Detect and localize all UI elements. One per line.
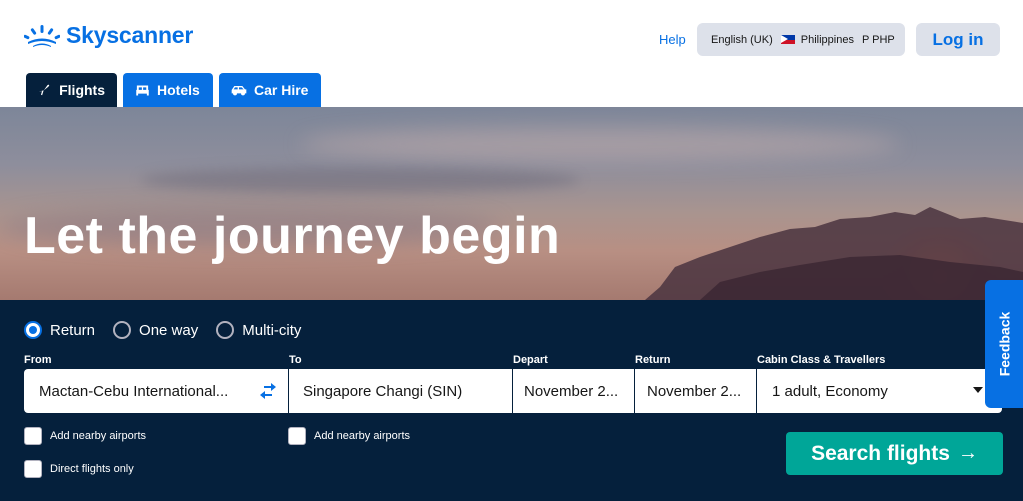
car-icon <box>231 86 247 96</box>
locale-selector[interactable]: English (UK) Philippines P PHP <box>697 23 905 56</box>
brand-name: Skyscanner <box>66 22 194 48</box>
hero-headline: Let the journey begin <box>24 207 561 265</box>
tab-hotels-label: Hotels <box>157 82 200 98</box>
country-label: Philippines <box>800 33 854 46</box>
trip-type-selector: Return One way Multi-city <box>24 321 319 339</box>
return-date-input[interactable]: November 2... <box>635 369 756 413</box>
checkbox-box <box>24 460 42 478</box>
add-nearby-from-label: Add nearby airports <box>50 430 146 442</box>
depart-date-input[interactable]: November 2... <box>513 369 634 413</box>
return-label: Return <box>635 354 671 366</box>
chevron-down-icon <box>973 387 983 393</box>
skyscanner-logo[interactable]: Skyscanner <box>24 22 193 49</box>
tab-hotels[interactable]: Hotels <box>123 73 213 107</box>
direct-flights-checkbox[interactable]: Direct flights only <box>24 460 134 478</box>
to-input[interactable]: Singapore Changi (SIN) <box>289 369 512 413</box>
cabin-travellers-select[interactable]: 1 adult, Economy <box>757 369 1002 413</box>
trip-type-return-label: Return <box>50 321 96 339</box>
currency-label: P PHP <box>861 33 895 46</box>
radio-unselected-icon <box>216 321 235 339</box>
login-button[interactable]: Log in <box>916 23 1000 56</box>
trip-type-one-way[interactable]: One way <box>113 321 198 339</box>
from-label: From <box>24 354 52 366</box>
radio-selected-icon <box>24 321 42 339</box>
direct-flights-label: Direct flights only <box>50 463 134 475</box>
radio-unselected-icon <box>113 321 132 339</box>
top-bar: Skyscanner Help English (UK) Philippines… <box>0 0 1023 107</box>
language-label: English (UK) <box>711 33 773 46</box>
product-tabs: Flights Hotels Car Hire <box>26 73 327 107</box>
from-input[interactable]: Mactan-Cebu International... <box>24 369 288 413</box>
philippines-flag-icon <box>780 35 795 44</box>
tab-car-hire-label: Car Hire <box>254 82 309 98</box>
search-flights-button[interactable]: Search flights → <box>786 432 1003 475</box>
hero-banner: Let the journey begin <box>0 107 1023 300</box>
feedback-label: Feedback <box>996 311 1012 377</box>
help-link[interactable]: Help <box>659 32 686 47</box>
sunrise-logo-icon <box>24 24 60 47</box>
to-label: To <box>289 354 302 366</box>
trip-type-multi-city-label: Multi-city <box>242 321 302 339</box>
add-nearby-to-checkbox[interactable]: Add nearby airports <box>288 427 410 445</box>
flight-search-panel: Return One way Multi-city From To Depart… <box>0 300 1023 501</box>
bed-icon <box>136 85 149 95</box>
trip-type-one-way-label: One way <box>139 321 199 339</box>
search-flights-label: Search flights <box>811 441 950 465</box>
swap-icon[interactable] <box>258 382 278 400</box>
tab-car-hire[interactable]: Car Hire <box>219 73 321 107</box>
checkbox-box <box>24 427 42 445</box>
feedback-button[interactable]: Feedback <box>985 280 1023 408</box>
tab-flights[interactable]: Flights <box>26 73 117 107</box>
add-nearby-to-label: Add nearby airports <box>314 430 410 442</box>
trip-type-multi-city[interactable]: Multi-city <box>216 321 301 339</box>
cabin-label: Cabin Class & Travellers <box>757 354 886 366</box>
tab-flights-label: Flights <box>59 82 105 98</box>
plane-icon <box>39 84 50 95</box>
checkbox-box <box>288 427 306 445</box>
add-nearby-from-checkbox[interactable]: Add nearby airports <box>24 427 146 445</box>
hero-rock-silhouette <box>645 207 1023 300</box>
trip-type-return[interactable]: Return <box>24 321 95 339</box>
depart-label: Depart <box>513 354 548 366</box>
arrow-right-icon: → <box>957 442 978 464</box>
